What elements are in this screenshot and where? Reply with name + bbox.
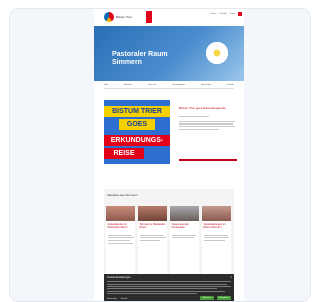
text-line <box>179 126 235 128</box>
text-line <box>179 120 235 122</box>
nav-item[interactable]: Gottesdienste <box>172 84 184 86</box>
article-image <box>138 206 167 221</box>
nav-item[interactable]: Kontakt <box>227 84 234 86</box>
site-header: Bistum Trier Home Kontakt Suche <box>94 9 244 26</box>
feature-image[interactable]: BISTUM TRIER GOES ERKUNDUNGS- REISE <box>104 100 170 164</box>
hero-title: Pastoraler Raum Simmern <box>112 51 168 67</box>
top-nav: Home Kontakt Suche <box>211 13 236 15</box>
top-nav-item[interactable]: Suche <box>230 13 236 15</box>
header-menu-button[interactable] <box>146 11 152 23</box>
article-text <box>138 234 167 242</box>
feature-band: BISTUM TRIER <box>104 106 170 117</box>
logo-mark-icon <box>104 12 114 22</box>
cookie-text <box>107 280 231 294</box>
flower-image <box>204 40 230 66</box>
feature-band: GOES <box>119 119 155 130</box>
website-page: Bistum Trier Home Kontakt Suche Pastoral… <box>94 9 244 301</box>
screenshot-card: Bistum Trier Home Kontakt Suche Pastoral… <box>9 8 311 302</box>
top-nav-item[interactable]: Home <box>211 13 217 15</box>
hero-banner: Pastoraler Raum Simmern <box>94 26 244 81</box>
article-image <box>170 206 199 221</box>
text-line <box>179 115 209 117</box>
feature-band: REISE <box>104 148 144 159</box>
close-icon[interactable]: × <box>230 275 232 279</box>
article-text <box>106 234 135 245</box>
text-line <box>179 129 219 131</box>
nav-item[interactable]: Über uns <box>148 84 156 86</box>
cookie-option-statistics[interactable]: Statistik <box>120 298 127 300</box>
article-title[interactable]: Veranstaltungen im Raum Simmern <box>202 221 231 229</box>
article-image <box>106 206 135 221</box>
nav-item[interactable]: Aktuelles <box>124 84 132 86</box>
nav-item[interactable]: Gemeinden <box>201 84 211 86</box>
feature-band-text: GOES <box>126 121 148 128</box>
cookie-option-necessary[interactable]: Notwendig <box>107 298 116 300</box>
site-logo[interactable]: Bistum Trier <box>104 11 140 23</box>
article-title[interactable]: Neues aus den Gemeinden <box>170 221 199 229</box>
search-icon[interactable] <box>238 12 242 16</box>
feature-band-text: REISE <box>113 150 135 157</box>
cookie-banner: Cookie-Einstellungen × Notwendig Statist… <box>104 274 234 301</box>
nav-item[interactable]: Start <box>104 84 108 86</box>
hero-title-line-1: Pastoraler Raum <box>112 51 168 58</box>
cookie-title: Cookie-Einstellungen <box>107 276 131 279</box>
article-text <box>170 234 199 239</box>
article-text <box>202 234 231 242</box>
feature-headline[interactable]: Bistum Trier goes Erkundungsreise <box>179 106 237 111</box>
cookie-save-button[interactable]: Speichern <box>200 296 214 300</box>
article-image <box>202 206 231 221</box>
feature-band-text: BISTUM TRIER <box>112 108 162 115</box>
section-title: Aktuelles aus Simmern <box>107 193 138 197</box>
feature-band-text: ERKUNDUNGS- <box>110 137 164 144</box>
text-line <box>179 123 233 125</box>
top-nav-item[interactable]: Kontakt <box>219 13 226 15</box>
cookie-accept-button[interactable]: Akzeptieren <box>217 296 231 300</box>
feature-band: ERKUNDUNGS- <box>104 135 170 146</box>
hero-title-line-2: Simmern <box>112 59 142 66</box>
logo-text: Bistum Trier <box>116 14 133 19</box>
cookie-options: Notwendig Statistik <box>107 298 127 300</box>
article-title[interactable]: Gottesdienste im Pastoralen Raum <box>106 221 135 229</box>
accent-line <box>179 159 237 161</box>
feature-text: Bistum Trier goes Erkundungsreise <box>179 106 237 131</box>
article-title[interactable]: Termine im Pastoralen Raum <box>138 221 167 229</box>
main-nav: Start Aktuelles Über uns Gottesdienste G… <box>104 82 234 89</box>
